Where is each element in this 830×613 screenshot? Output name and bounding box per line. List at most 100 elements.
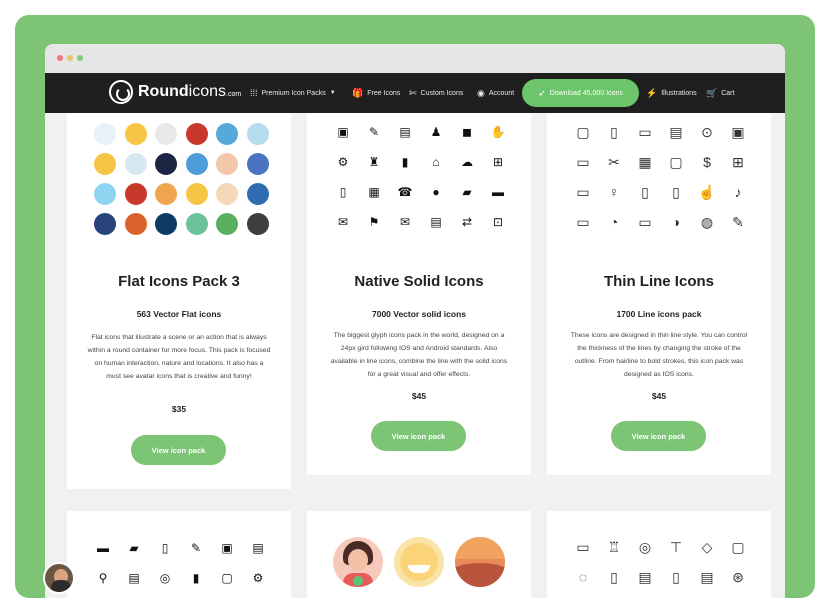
solid-glyph-icon: ✋ [490, 125, 506, 139]
top-navigation: Roundicons.com ⁞⁞⁞ Premium Icon Packs ▼ … [45, 73, 785, 113]
flat-round-icon [216, 213, 238, 235]
solid-glyph-icon: ▤ [128, 571, 140, 585]
card-title: Native Solid Icons [354, 273, 484, 290]
flat-round-icon [185, 123, 208, 145]
flat-round-icon [94, 153, 116, 175]
line-icons-preview: ▭ ♖ ◎ ⊤ ◇ ▢ ◌ ▯ ▤ ▯ ▤ ⊛ [575, 538, 746, 586]
bolt-icon: ⚡ [646, 87, 658, 98]
logo-text: Roundicons.com [138, 83, 242, 100]
line-glyph-icon: ◑ [671, 214, 681, 230]
close-dot[interactable] [57, 55, 63, 61]
line-glyph-icon: ▯ [610, 123, 618, 140]
solid-glyph-icon: ✉ [399, 215, 411, 229]
solid-glyph-icon: ☎ [397, 185, 413, 199]
flat-round-icon [246, 213, 269, 235]
flat-round-icon [124, 123, 147, 145]
nav-account[interactable]: ◉ Account [477, 73, 514, 113]
card-thin-line-icons: ▢ ▯ ▭ ▤ ⊙ ▣ ▭ ✂ ▦ ▢ $ ⊞ ▭ ♀ ▯ ▯ ☝ ♪ ▭ ◔ ▭ ◑ ◍ ✎ Thin Line Icons… [547, 113, 771, 475]
nav-custom-icons[interactable]: ✄ Custom Icons [409, 73, 463, 113]
solid-glyph-icon: ▣ [221, 541, 233, 555]
view-icon-pack-button[interactable]: View icon pack [611, 421, 706, 451]
line-glyph-icon: ▢ [731, 538, 745, 555]
flat-round-icon [124, 153, 147, 175]
solid-glyph-icon: ▬ [492, 185, 504, 199]
nav-premium-icon-packs[interactable]: ⁞⁞⁞ Premium Icon Packs ▼ [250, 73, 336, 113]
solid-glyph-icon: ▬ [97, 541, 109, 555]
line-glyph-icon: ✂ [608, 153, 620, 170]
nav-cart[interactable]: 🛒 Cart [706, 73, 734, 113]
solid-glyph-icon: ☁ [461, 155, 473, 169]
card-description: These icons are designed in thin line st… [570, 332, 748, 378]
solid-glyph-icon: ⇄ [461, 215, 473, 229]
flat-round-icon [155, 213, 177, 235]
user-avatar[interactable] [43, 562, 75, 594]
line-glyph-icon: ▣ [731, 123, 745, 140]
line-glyph-icon: ▦ [638, 153, 652, 170]
flat-round-icon [94, 123, 116, 145]
card-price: $45 [651, 391, 667, 401]
card-solid-icons-2: ▬ ▰ ▯ ✎ ▣ ▤ ⚲ ▤ ◎ ▮ ▢ ⚙ [67, 511, 291, 598]
line-glyph-icon: ◌ [578, 569, 588, 585]
solid-glyph-icon: ⚑ [368, 215, 380, 229]
line-glyph-icon: ◎ [638, 538, 652, 555]
solid-glyph-icon: ⚙ [252, 571, 264, 585]
solid-glyph-icon: ● [432, 185, 440, 199]
flat-round-icon [246, 153, 269, 175]
logo[interactable]: Roundicons.com [109, 80, 241, 104]
line-glyph-icon: ▤ [669, 123, 683, 140]
download-button[interactable]: ➶ Download 45,000 Icons [522, 79, 639, 107]
solid-glyph-icon: ▮ [401, 155, 409, 169]
flat-round-icon [216, 183, 238, 205]
solid-glyph-icon: ✎ [368, 125, 380, 139]
line-glyph-icon: ▤ [700, 568, 714, 585]
line-glyph-icon: ⊞ [732, 153, 744, 170]
background-frame: Roundicons.com ⁞⁞⁞ Premium Icon Packs ▼ … [15, 15, 815, 598]
solid-glyph-icon: ▤ [430, 215, 442, 229]
line-glyph-icon: ♪ [734, 184, 742, 200]
card-subtitle: 1700 Line icons pack [616, 309, 702, 319]
solid-glyph-icon: ◎ [159, 571, 171, 585]
nav-illustrations[interactable]: ⚡ Illustrations [646, 73, 697, 113]
solid-glyph-icon: ▦ [368, 185, 380, 199]
line-glyph-icon: ▢ [669, 153, 683, 170]
line-glyph-icon: $ [703, 154, 711, 170]
minimize-dot[interactable] [67, 55, 73, 61]
flat-round-icon [124, 213, 147, 235]
maximize-dot[interactable] [77, 55, 83, 61]
line-glyph-icon: ▤ [638, 568, 652, 585]
line-glyph-icon: ⊤ [669, 538, 683, 555]
flat-icons-preview [94, 123, 269, 235]
solid-glyph-icon: ♜ [368, 155, 380, 169]
line-glyph-icon: ▭ [638, 123, 652, 140]
solid-glyph-icon: ♟ [430, 125, 442, 139]
view-icon-pack-button[interactable]: View icon pack [371, 421, 466, 451]
card-native-solid-icons: ▣ ✎ ▤ ♟ ◼ ✋ ⚙ ♜ ▮ ⌂ ☁ ⊞ ▯ ▦ ☎ ● ▰ ▬ ✉ ⚑ ✉ ▤ ⇄ ⊡ Native Solid Ic… [307, 113, 531, 475]
solid-glyph-icon: ▰ [462, 185, 472, 199]
card-description: Flat icons that illustrate a scene or an… [87, 334, 271, 380]
view-icon-pack-button[interactable]: View icon pack [131, 435, 226, 465]
cart-icon: 🛒 [706, 87, 718, 98]
line-glyph-icon: ⊙ [701, 123, 713, 140]
line-glyph-icon: ▯ [672, 183, 680, 200]
line-glyph-icon: ◇ [701, 538, 713, 555]
solid-glyph-icon: ▮ [192, 571, 200, 585]
flat-round-icon [185, 153, 208, 175]
flat-round-icon [155, 153, 177, 175]
card-title: Flat Icons Pack 3 [118, 273, 240, 290]
line-glyph-icon: ▯ [641, 183, 649, 200]
flat-round-icon [155, 183, 177, 205]
gift-icon: 🎁 [352, 87, 364, 98]
card-description: The biggest glyph icons pack in the worl… [330, 332, 508, 378]
line-glyph-icon: ▢ [576, 123, 590, 140]
solid-glyph-icon: ✉ [337, 215, 349, 229]
solid-glyph-icon: ⚙ [337, 155, 349, 169]
card-price: $45 [411, 391, 427, 401]
solid-glyph-icon: ⊞ [492, 155, 504, 169]
flat-round-icon [185, 183, 208, 205]
flat-round-icon [246, 123, 269, 145]
solid-icons-preview: ▣ ✎ ▤ ♟ ◼ ✋ ⚙ ♜ ▮ ⌂ ☁ ⊞ ▯ ▦ ☎ ● ▰ ▬ ✉ ⚑ ✉ ▤ ⇄ ⊡ [336, 125, 505, 229]
solid-glyph-icon: ✎ [190, 541, 202, 555]
line-glyph-icon: ✎ [732, 213, 744, 230]
line-glyph-icon: ▭ [576, 183, 590, 200]
nav-free-icons[interactable]: 🎁 Free Icons [352, 73, 400, 113]
